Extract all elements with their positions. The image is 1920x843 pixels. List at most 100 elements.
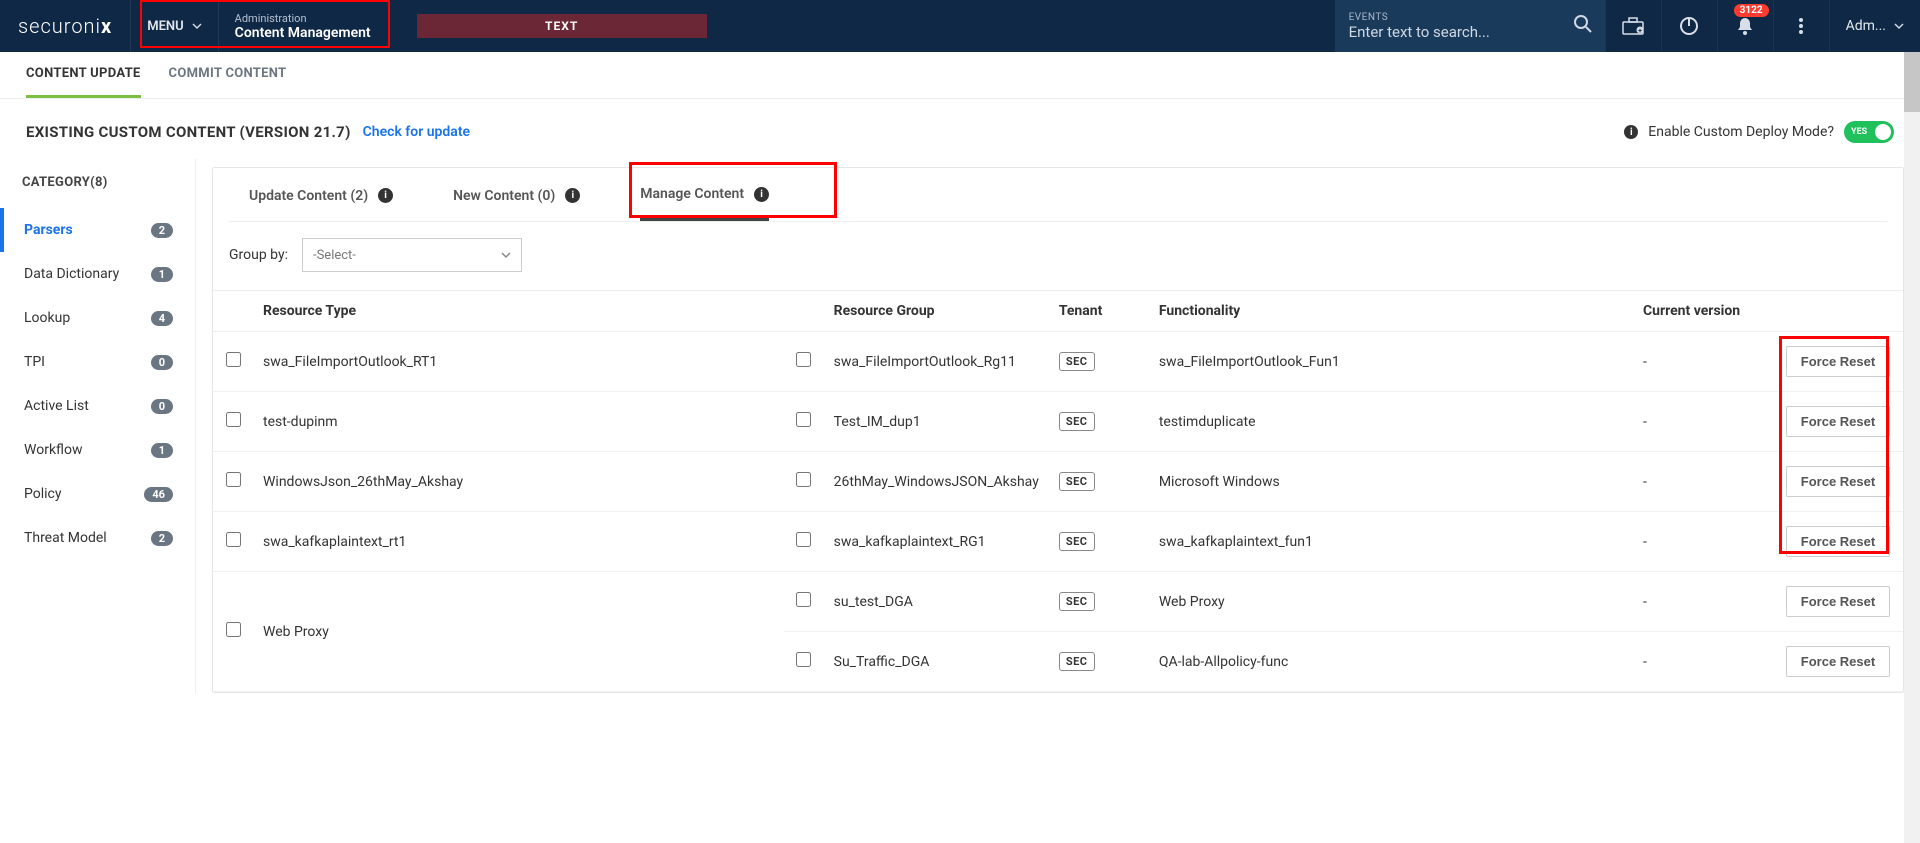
info-icon[interactable]: i (378, 188, 393, 203)
chevron-down-icon (192, 21, 202, 31)
user-menu[interactable]: Adm... (1829, 0, 1920, 52)
row-checkbox[interactable] (226, 352, 241, 367)
title-row: EXISTING CUSTOM CONTENT (VERSION 21.7) C… (0, 99, 1920, 153)
count-badge: 1 (151, 443, 173, 458)
tenant-badge: SEC (1059, 532, 1095, 551)
deploy-mode-toggle[interactable]: YES (1844, 121, 1894, 143)
top-tabs: CONTENT UPDATE COMMIT CONTENT (0, 52, 1920, 99)
search-icon[interactable] (1573, 14, 1593, 34)
table-row: swa_kafkaplaintext_rt1 swa_kafkaplaintex… (213, 512, 1903, 572)
toggle-knob (1875, 124, 1891, 140)
cell-resource-group: su_test_DGA (824, 572, 1049, 632)
inner-tab-label: New Content (0) (453, 188, 555, 204)
scrollbar-thumb[interactable] (1904, 52, 1920, 112)
menu-label: MENU (147, 19, 183, 34)
force-reset-button[interactable]: Force Reset (1786, 406, 1890, 437)
cell-resource-type: Web Proxy (253, 572, 784, 692)
cell-version: - (1633, 632, 1773, 692)
col-current-version: Current version (1633, 291, 1773, 332)
tab-commit-content[interactable]: COMMIT CONTENT (169, 66, 287, 98)
sidebar-item-tpi[interactable]: TPI 0 (0, 340, 195, 384)
cell-resource-type: WindowsJson_26thMay_Akshay (253, 452, 784, 512)
force-reset-button[interactable]: Force Reset (1786, 466, 1890, 497)
power-icon[interactable] (1661, 0, 1717, 52)
category-sidebar: CATEGORY(8) Parsers 2 Data Dictionary 1 … (0, 159, 196, 693)
rg-checkbox[interactable] (796, 592, 811, 607)
sidebar-item-parsers[interactable]: Parsers 2 (0, 208, 195, 252)
force-reset-button[interactable]: Force Reset (1786, 646, 1890, 677)
inner-tab-manage-content[interactable]: Manage Content i (640, 186, 769, 221)
groupby-select[interactable]: -Select- (302, 238, 522, 272)
cell-resource-type: test-dupinm (253, 392, 784, 452)
tenant-badge: SEC (1059, 412, 1095, 431)
sidebar-item-label: Threat Model (24, 530, 107, 546)
inner-tab-update-content[interactable]: Update Content (2) i (249, 186, 393, 221)
sidebar-item-label: Active List (24, 398, 89, 414)
sidebar-item-label: Policy (24, 486, 62, 502)
sidebar-item-data-dictionary[interactable]: Data Dictionary 1 (0, 252, 195, 296)
cell-functionality: swa_kafkaplaintext_fun1 (1149, 512, 1633, 572)
row-checkbox[interactable] (226, 472, 241, 487)
content-table: Resource Type Resource Group Tenant Func… (213, 290, 1903, 692)
select-placeholder: -Select- (313, 248, 356, 263)
groupby-row: Group by: -Select- (213, 222, 1903, 290)
rg-checkbox[interactable] (796, 352, 811, 367)
menu-button[interactable]: MENU (130, 0, 217, 52)
sidebar-item-threat-model[interactable]: Threat Model 2 (0, 516, 195, 560)
groupby-label: Group by: (229, 247, 288, 263)
scrollbar[interactable] (1904, 52, 1920, 843)
row-checkbox[interactable] (226, 412, 241, 427)
force-reset-button[interactable]: Force Reset (1786, 526, 1890, 557)
force-reset-button[interactable]: Force Reset (1786, 586, 1890, 617)
sidebar-item-label: Lookup (24, 310, 70, 326)
chevron-down-icon (501, 250, 511, 260)
tab-content-update[interactable]: CONTENT UPDATE (26, 66, 141, 98)
sidebar-item-active-list[interactable]: Active List 0 (0, 384, 195, 428)
count-badge: 2 (151, 531, 173, 546)
cell-functionality: Web Proxy (1149, 572, 1633, 632)
row-checkbox[interactable] (226, 532, 241, 547)
count-badge: 1 (151, 267, 173, 282)
toolbox-icon[interactable]: + (1605, 0, 1661, 52)
page-title: EXISTING CUSTOM CONTENT (VERSION 21.7) (26, 123, 351, 141)
sidebar-heading: CATEGORY(8) (0, 159, 195, 208)
search-input[interactable]: EVENTS Enter text to search... (1335, 0, 1605, 52)
tenant-badge: SEC (1059, 652, 1095, 671)
cell-resource-group: Su_Traffic_DGA (824, 632, 1049, 692)
cell-version: - (1633, 572, 1773, 632)
rg-checkbox[interactable] (796, 412, 811, 427)
cell-resource-group: swa_kafkaplaintext_RG1 (824, 512, 1049, 572)
tenant-badge: SEC (1059, 592, 1095, 611)
tenant-badge: SEC (1059, 472, 1095, 491)
sidebar-item-label: Workflow (24, 442, 83, 458)
sidebar-item-workflow[interactable]: Workflow 1 (0, 428, 195, 472)
breadcrumb-category: Administration (235, 12, 371, 25)
cell-resource-group: 26thMay_WindowsJSON_Akshay (824, 452, 1049, 512)
check-update-link[interactable]: Check for update (363, 124, 470, 140)
rg-checkbox[interactable] (796, 652, 811, 667)
info-icon[interactable]: i (754, 187, 769, 202)
sidebar-item-lookup[interactable]: Lookup 4 (0, 296, 195, 340)
force-reset-button[interactable]: Force Reset (1786, 346, 1890, 377)
row-checkbox[interactable] (226, 622, 241, 637)
more-icon[interactable] (1773, 0, 1829, 52)
inner-tab-new-content[interactable]: New Content (0) i (453, 186, 580, 221)
rg-checkbox[interactable] (796, 472, 811, 487)
logo: securonix (0, 0, 130, 52)
rg-checkbox[interactable] (796, 532, 811, 547)
svg-text:+: + (1638, 27, 1642, 35)
cell-functionality: QA-lab-Allpolicy-func (1149, 632, 1633, 692)
cell-version: - (1633, 332, 1773, 392)
bell-icon[interactable]: 3122 (1717, 0, 1773, 52)
info-icon[interactable]: i (1624, 125, 1638, 139)
count-badge: 46 (144, 487, 173, 502)
breadcrumb-page: Content Management (235, 25, 371, 41)
count-badge: 4 (151, 311, 173, 326)
info-icon[interactable]: i (565, 188, 580, 203)
cell-resource-type: swa_FileImportOutlook_RT1 (253, 332, 784, 392)
cell-version: - (1633, 392, 1773, 452)
search-label: EVENTS (1349, 12, 1591, 23)
cell-version: - (1633, 452, 1773, 512)
search-placeholder: Enter text to search... (1349, 23, 1591, 41)
sidebar-item-policy[interactable]: Policy 46 (0, 472, 195, 516)
